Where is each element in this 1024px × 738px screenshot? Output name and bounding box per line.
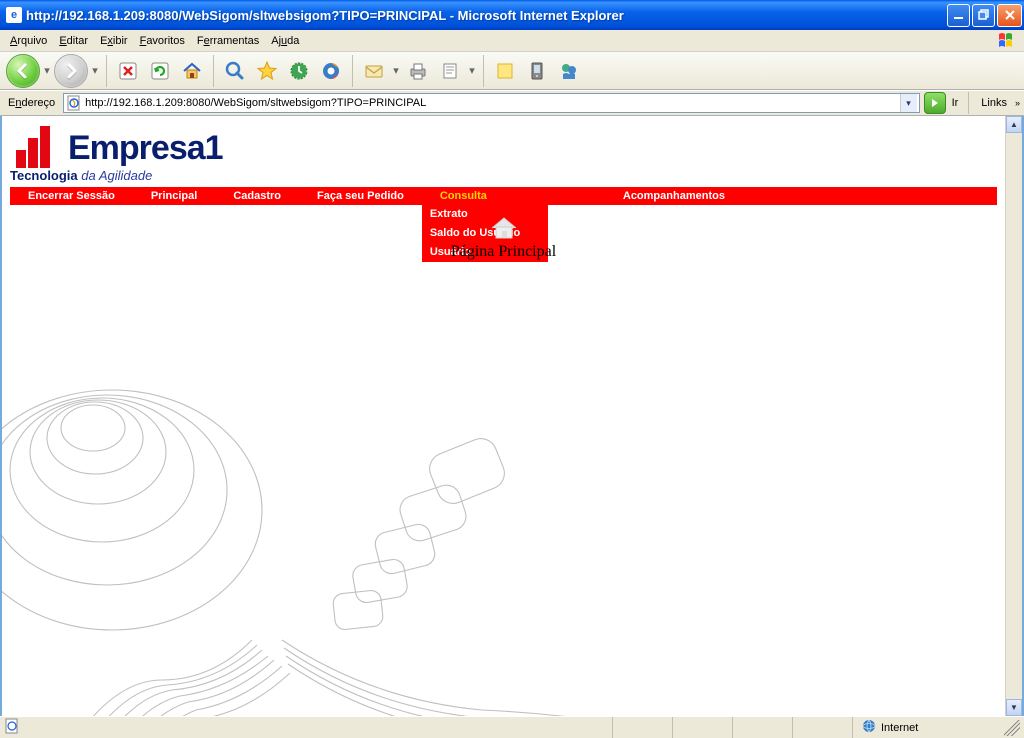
- go-label: Ir: [950, 97, 965, 109]
- status-section: [672, 717, 732, 738]
- mail-button[interactable]: [359, 56, 389, 86]
- links-label[interactable]: Links: [973, 97, 1011, 109]
- window-restore-button[interactable]: [972, 4, 995, 27]
- background-swirl: [0, 380, 752, 716]
- toolbar-separator: [352, 55, 353, 87]
- status-page-icon: [4, 718, 20, 737]
- resize-grip[interactable]: [1004, 720, 1020, 736]
- nav-consulta[interactable]: Consulta Extrato Saldo do Usuário Usuári…: [422, 187, 505, 205]
- logo-text: Empresa1: [68, 129, 223, 168]
- address-input[interactable]: [85, 97, 899, 109]
- search-button[interactable]: [220, 56, 250, 86]
- note-button[interactable]: [490, 56, 520, 86]
- logo-mark-icon: [10, 126, 62, 168]
- links-chevron-icon[interactable]: »: [1015, 98, 1020, 108]
- status-zone: Internet: [852, 717, 1002, 738]
- logo-tagline: Tecnologia da Agilidade: [10, 168, 997, 183]
- menu-exibir[interactable]: Exibir: [94, 33, 134, 49]
- nav-faca-seu-pedido[interactable]: Faça seu Pedido: [299, 187, 422, 205]
- window-minimize-button[interactable]: [947, 4, 970, 27]
- vertical-scrollbar[interactable]: ▲ ▼: [1005, 116, 1022, 716]
- back-button[interactable]: [6, 54, 40, 88]
- media-button[interactable]: [316, 56, 346, 86]
- statusbar: Internet: [0, 716, 1024, 738]
- forward-dropdown[interactable]: ▾: [90, 64, 100, 77]
- address-dropdown[interactable]: ▾: [900, 94, 917, 112]
- page-icon: [66, 95, 82, 111]
- toolbar: ▾ ▾ ▾ ▾: [0, 52, 1024, 90]
- home-button[interactable]: [177, 56, 207, 86]
- edit-dropdown[interactable]: ▾: [467, 64, 477, 77]
- forward-button[interactable]: [54, 54, 88, 88]
- menu-ajuda[interactable]: Ajuda: [265, 33, 305, 49]
- back-dropdown[interactable]: ▾: [42, 64, 52, 77]
- window-titlebar: e http://192.168.1.209:8080/WebSigom/slt…: [0, 0, 1024, 30]
- home-icon: [489, 215, 519, 239]
- scroll-down-button[interactable]: ▼: [1006, 699, 1022, 716]
- print-button[interactable]: [403, 56, 433, 86]
- nav-cadastro[interactable]: Cadastro: [215, 187, 299, 205]
- history-button[interactable]: [284, 56, 314, 86]
- toolbar-separator: [483, 55, 484, 87]
- links-separator: [968, 92, 969, 114]
- content-viewport: ▲ ▼: [0, 116, 1024, 716]
- toolbar-separator: [213, 55, 214, 87]
- page-body: Empresa1 Tecnologia da Agilidade Encerra…: [2, 116, 1005, 716]
- refresh-button[interactable]: [145, 56, 175, 86]
- mail-dropdown[interactable]: ▾: [391, 64, 401, 77]
- menu-favoritos[interactable]: Favoritos: [134, 33, 191, 49]
- company-logo: Empresa1 Tecnologia da Agilidade: [2, 116, 1005, 185]
- page-content: Página Principal: [2, 215, 1005, 261]
- edit-button[interactable]: [435, 56, 465, 86]
- address-label: Endereço: [4, 97, 59, 109]
- messenger-button[interactable]: [554, 56, 584, 86]
- toolbar-separator: [106, 55, 107, 87]
- ie-app-icon: e: [6, 7, 22, 23]
- status-section: [792, 717, 852, 738]
- windows-flag-icon: [996, 31, 1020, 51]
- nav-encerrar-sessao[interactable]: Encerrar Sessão: [10, 187, 133, 205]
- window-title: http://192.168.1.209:8080/WebSigom/sltwe…: [26, 8, 947, 23]
- research-button[interactable]: [522, 56, 552, 86]
- status-section: [732, 717, 792, 738]
- address-input-container[interactable]: ▾: [63, 93, 919, 113]
- window-close-button[interactable]: [997, 4, 1022, 27]
- nav-acompanhamentos[interactable]: Acompanhamentos: [605, 187, 743, 205]
- main-nav: Encerrar Sessão Principal Cadastro Faça …: [10, 187, 997, 205]
- addressbar: Endereço ▾ Ir Links »: [0, 90, 1024, 116]
- menubar: Arquivo Editar Exibir Favoritos Ferramen…: [0, 30, 1024, 52]
- status-section: [612, 717, 672, 738]
- scroll-up-button[interactable]: ▲: [1006, 116, 1022, 133]
- internet-zone-icon: [861, 718, 877, 737]
- go-button[interactable]: [924, 92, 946, 114]
- status-zone-label: Internet: [881, 722, 918, 734]
- nav-principal[interactable]: Principal: [133, 187, 215, 205]
- menu-editar[interactable]: Editar: [53, 33, 94, 49]
- menu-ferramentas[interactable]: Ferramentas: [191, 33, 265, 49]
- stop-button[interactable]: [113, 56, 143, 86]
- menu-arquivo[interactable]: Arquivo: [4, 33, 53, 49]
- page-title: Página Principal: [2, 243, 1005, 261]
- status-left: [4, 718, 612, 737]
- favorites-button[interactable]: [252, 56, 282, 86]
